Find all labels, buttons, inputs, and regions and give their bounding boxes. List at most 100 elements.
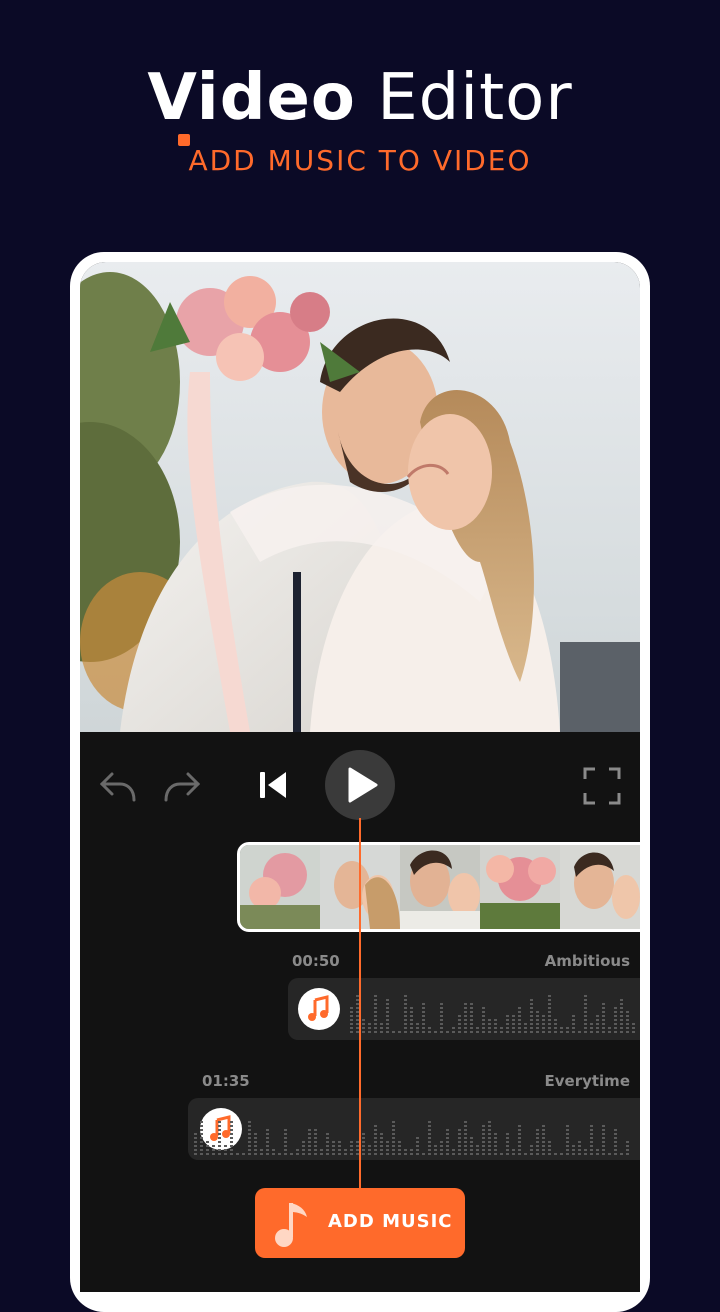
waveform-segment <box>362 1141 365 1143</box>
waveform-segment <box>302 1153 305 1155</box>
waveform-segment <box>422 1023 425 1025</box>
waveform-segment <box>500 1027 503 1029</box>
waveform-segment <box>344 1153 347 1155</box>
waveform-segment <box>254 1145 257 1147</box>
playhead[interactable] <box>359 818 361 1222</box>
waveform-segment <box>518 1125 521 1127</box>
waveform-segment <box>434 1153 437 1155</box>
waveform-segment <box>482 1153 485 1155</box>
waveform-segment <box>398 1153 401 1155</box>
waveform-segment <box>374 1137 377 1139</box>
waveform-segment <box>548 1011 551 1013</box>
waveform-segment <box>608 1153 611 1155</box>
waveform-segment <box>380 1027 383 1029</box>
add-music-button[interactable]: ADD MUSIC <box>255 1188 465 1258</box>
waveform-segment <box>248 1153 251 1155</box>
waveform-segment <box>518 1015 521 1017</box>
waveform-segment <box>326 1141 329 1143</box>
waveform-segment <box>410 1027 413 1029</box>
waveform-segment <box>602 1133 605 1135</box>
waveform-segment <box>470 1145 473 1147</box>
waveform-segment <box>200 1141 203 1143</box>
waveform-segment <box>326 1149 329 1151</box>
waveform-segment <box>392 1031 395 1033</box>
waveform-segment <box>470 1141 473 1143</box>
waveform-segment <box>440 1011 443 1013</box>
waveform-segment <box>584 1003 587 1005</box>
waveform-segment <box>500 1031 503 1033</box>
undo-icon[interactable] <box>98 770 138 811</box>
waveform-segment <box>374 1133 377 1135</box>
waveform-segment <box>200 1145 203 1147</box>
video-preview[interactable] <box>80 262 640 732</box>
waveform-segment <box>548 1015 551 1017</box>
waveform-segment <box>410 1007 413 1009</box>
waveform-segment <box>602 1011 605 1013</box>
waveform-segment <box>350 1011 353 1013</box>
waveform-segment <box>482 1011 485 1013</box>
waveform-segment <box>308 1133 311 1135</box>
waveform-segment <box>254 1153 257 1155</box>
waveform-segment <box>308 1149 311 1151</box>
waveform-segment <box>476 1027 479 1029</box>
waveform-segment <box>266 1129 269 1131</box>
waveform-segment <box>470 1027 473 1029</box>
video-timeline-strip[interactable] <box>237 842 640 932</box>
waveform-segment <box>536 1133 539 1135</box>
waveform-segment <box>218 1137 221 1139</box>
waveform-segment <box>548 1141 551 1143</box>
redo-icon[interactable] <box>162 770 202 811</box>
waveform-segment <box>218 1153 221 1155</box>
waveform-segment <box>470 1019 473 1021</box>
waveform-segment <box>470 1011 473 1013</box>
waveform-segment <box>260 1153 263 1155</box>
waveform-segment <box>572 1023 575 1025</box>
waveform-segment <box>332 1145 335 1147</box>
waveform-segment <box>554 1027 557 1029</box>
waveform-segment <box>548 1019 551 1021</box>
waveform-segment <box>536 1023 539 1025</box>
music-track-1[interactable] <box>288 978 640 1040</box>
track-1-name: Ambitious <box>544 952 630 970</box>
waveform-segment <box>392 1121 395 1123</box>
waveform-segment <box>200 1137 203 1139</box>
waveform-segment <box>518 1031 521 1033</box>
waveform-segment <box>230 1141 233 1143</box>
timeline-thumbnail <box>560 845 640 929</box>
waveform-segment <box>386 1145 389 1147</box>
waveform-segment <box>446 1141 449 1143</box>
waveform-segment <box>536 1031 539 1033</box>
waveform-segment <box>548 999 551 1001</box>
play-button[interactable] <box>325 750 395 820</box>
waveform-segment <box>584 1015 587 1017</box>
waveform-segment <box>488 1137 491 1139</box>
waveform-segment <box>548 1031 551 1033</box>
waveform-segment <box>482 1007 485 1009</box>
waveform-segment <box>590 1153 593 1155</box>
waveform-segment <box>482 1031 485 1033</box>
waveform-segment <box>410 1031 413 1033</box>
waveform-segment <box>542 1023 545 1025</box>
waveform-segment <box>386 1007 389 1009</box>
waveform-segment <box>572 1153 575 1155</box>
music-track-2[interactable] <box>188 1098 640 1160</box>
waveform-segment <box>542 1153 545 1155</box>
waveform-segment <box>602 1125 605 1127</box>
waveform-segment <box>464 1023 467 1025</box>
waveform-segment <box>506 1019 509 1021</box>
waveform-segment <box>488 1125 491 1127</box>
fullscreen-icon[interactable] <box>582 766 622 811</box>
track-2-name: Everytime <box>544 1072 631 1090</box>
skip-back-icon[interactable] <box>256 766 290 809</box>
waveform-segment <box>554 1023 557 1025</box>
waveform-segment <box>338 1145 341 1147</box>
waveform-segment <box>308 1153 311 1155</box>
waveform-segment <box>530 1153 533 1155</box>
waveform-segment <box>440 1145 443 1147</box>
waveform-segment <box>626 1023 629 1025</box>
music-note-icon <box>275 1203 307 1247</box>
waveform-segment <box>320 1153 323 1155</box>
waveform-segment <box>566 1125 569 1127</box>
waveform-segment <box>542 1125 545 1127</box>
waveform-segment <box>590 1023 593 1025</box>
